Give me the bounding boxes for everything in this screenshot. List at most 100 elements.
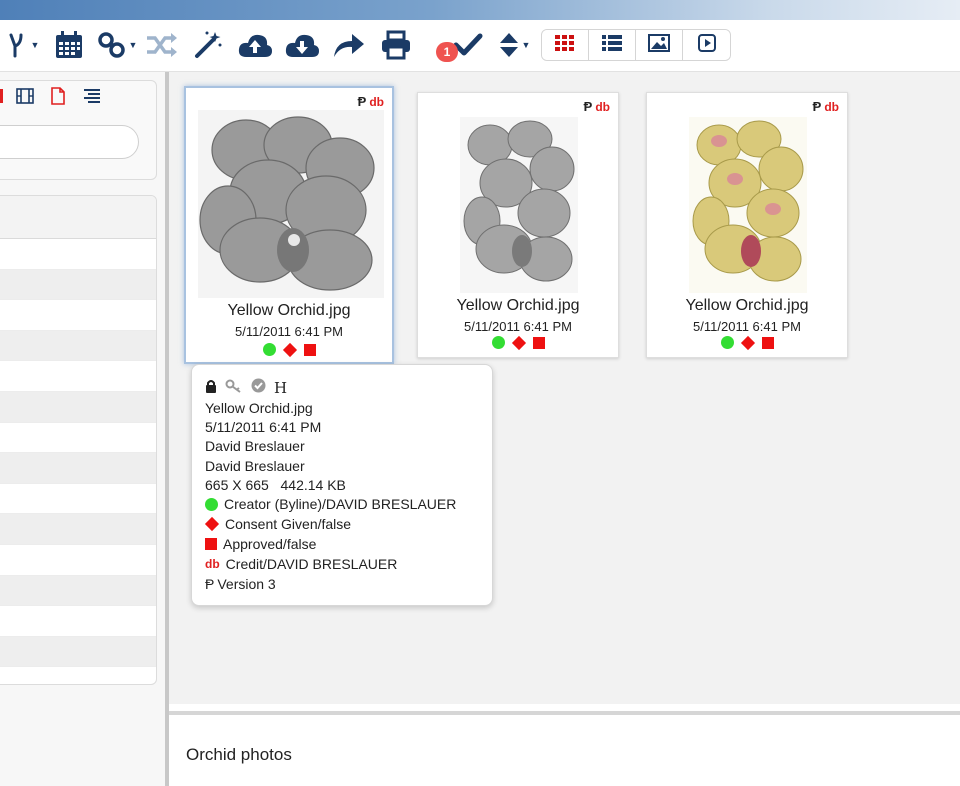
cloud-upload-button[interactable]	[236, 28, 274, 62]
window-title-bar	[0, 0, 960, 20]
version-branch-button[interactable]: ▼	[4, 28, 42, 62]
calendar-button[interactable]	[52, 28, 86, 62]
cloud-download-icon	[284, 31, 320, 59]
green-dot-icon	[491, 336, 505, 349]
filter-document-button[interactable]	[51, 86, 65, 110]
tooltip-version-row: Ᵽ Version 3	[205, 576, 276, 592]
version-branch-icon	[7, 32, 29, 58]
list-item[interactable]	[0, 667, 156, 684]
red-square-icon	[761, 336, 774, 349]
card-filename: Yellow Orchid.jpg	[685, 297, 809, 314]
version-mark: Ᵽ	[205, 576, 215, 592]
collection-name: Orchid photos	[186, 745, 292, 764]
card-status-icons	[418, 335, 618, 350]
print-button[interactable]	[377, 28, 415, 62]
list-item[interactable]	[0, 239, 156, 270]
version-mark: Ᵽ	[583, 99, 593, 114]
list-item[interactable]	[0, 423, 156, 454]
asset-card[interactable]: Ᵽ db Yellow Orchid.jpg 5/11/2011 6:41 PM	[417, 92, 619, 358]
red-diamond-icon	[282, 342, 297, 357]
list-item[interactable]	[0, 269, 156, 301]
list-item[interactable]	[0, 575, 156, 607]
list-item[interactable]	[0, 636, 156, 668]
document-icon	[51, 86, 65, 110]
tooltip-credit-text: Credit/DAVID BRESLAUER	[225, 556, 398, 572]
db-mark: db	[824, 99, 839, 114]
card-marks: Ᵽ db	[358, 94, 384, 109]
list-item[interactable]	[0, 545, 156, 576]
notification-badge: 1	[436, 42, 458, 62]
card-date: 5/11/2011 6:41 PM	[464, 319, 572, 334]
filter-text-button[interactable]	[84, 88, 100, 107]
list-icon	[602, 34, 622, 56]
key-icon	[225, 379, 243, 398]
orchid-thumbnail	[460, 117, 578, 293]
play-icon	[697, 33, 716, 57]
asset-info-tooltip: H Yellow Orchid.jpg 5/11/2011 6:41 PM Da…	[191, 364, 493, 606]
tooltip-date-text: 5/11/2011 6:41 PM	[205, 419, 322, 435]
list-item[interactable]	[0, 606, 156, 637]
cloud-download-button[interactable]	[283, 28, 321, 62]
list-item[interactable]	[0, 484, 156, 515]
list-item[interactable]	[0, 330, 156, 362]
print-icon	[380, 30, 412, 60]
shuffle-button[interactable]	[143, 28, 181, 62]
red-diamond-icon	[511, 335, 526, 350]
tooltip-filename-text: Yellow Orchid.jpg	[205, 400, 313, 416]
tooltip-creator-row: Creator (Byline)/DAVID BRESLAUER	[205, 496, 456, 512]
asset-card[interactable]: Ᵽ db Yellow Orchid.jpg 5/11/2011 6:41 PM	[184, 86, 394, 364]
tooltip-date: 5/11/2011 6:41 PM	[205, 419, 321, 435]
tooltip-dimensions: 665 X 665 442.14 KB	[205, 477, 346, 493]
db-mark: db	[595, 99, 610, 114]
video-view-button[interactable]	[683, 30, 730, 60]
orchid-thumbnail	[689, 117, 807, 293]
tooltip-consent-text: Consent Given/false	[225, 516, 352, 532]
magic-wand-button[interactable]	[190, 28, 226, 62]
version-mark: Ᵽ	[812, 99, 822, 114]
sort-icon	[498, 30, 520, 60]
share-button[interactable]	[330, 28, 368, 62]
tooltip-author-text: David Breslauer	[205, 438, 305, 454]
filter-red-tab[interactable]	[0, 88, 4, 107]
list-item[interactable]	[0, 361, 156, 392]
card-status-icons	[647, 335, 847, 350]
main-toolbar: ▼ ▼ 1 ▼	[0, 20, 960, 72]
tooltip-approved-row: Approved/false	[205, 536, 316, 552]
sort-button[interactable]: ▼	[494, 28, 534, 62]
grid-view-button[interactable]	[542, 30, 589, 60]
red-square-icon	[303, 343, 316, 356]
list-item[interactable]	[0, 453, 156, 484]
red-square-icon	[205, 538, 217, 550]
card-marks: Ᵽ db	[813, 99, 839, 114]
list-view-button[interactable]	[589, 30, 636, 60]
share-icon	[332, 31, 366, 59]
lock-icon	[205, 379, 217, 398]
card-marks: Ᵽ db	[584, 99, 610, 114]
search-input[interactable]	[0, 125, 139, 159]
card-date: 5/11/2011 6:41 PM	[693, 319, 801, 334]
image-icon	[648, 33, 670, 57]
green-dot-icon	[720, 336, 734, 349]
asset-card[interactable]: Ᵽ db Yellow Orchid.jpg 5/11/2011 6:41 PM	[646, 92, 848, 358]
list-item[interactable]	[0, 514, 156, 545]
filter-video-button[interactable]	[16, 87, 34, 107]
check-circle-icon	[251, 378, 266, 398]
image-view-button[interactable]	[636, 30, 683, 60]
red-diamond-icon	[204, 516, 220, 532]
chevron-down-icon: ▼	[128, 39, 138, 50]
tooltip-credit-row: db Credit/DAVID BRESLAUER	[205, 556, 397, 572]
orchid-thumbnail	[198, 110, 384, 298]
list-item[interactable]	[0, 300, 156, 331]
card-date: 5/11/2011 6:41 PM	[235, 324, 343, 339]
version-mark: Ᵽ	[357, 94, 367, 109]
red-diamond-icon	[740, 335, 755, 350]
green-dot-icon	[205, 497, 218, 511]
chevron-down-icon: ▼	[30, 39, 40, 50]
link-button[interactable]: ▼	[94, 28, 140, 62]
tooltip-dimensions-text: 665 X 665 442.14 KB	[205, 477, 346, 493]
list-item[interactable]	[0, 391, 156, 423]
tooltip-creator-text: Creator (Byline)/DAVID BRESLAUER	[224, 496, 457, 512]
header-letter: H	[274, 379, 288, 397]
chevron-down-icon: ▼	[521, 39, 531, 50]
folder-list	[0, 195, 157, 685]
